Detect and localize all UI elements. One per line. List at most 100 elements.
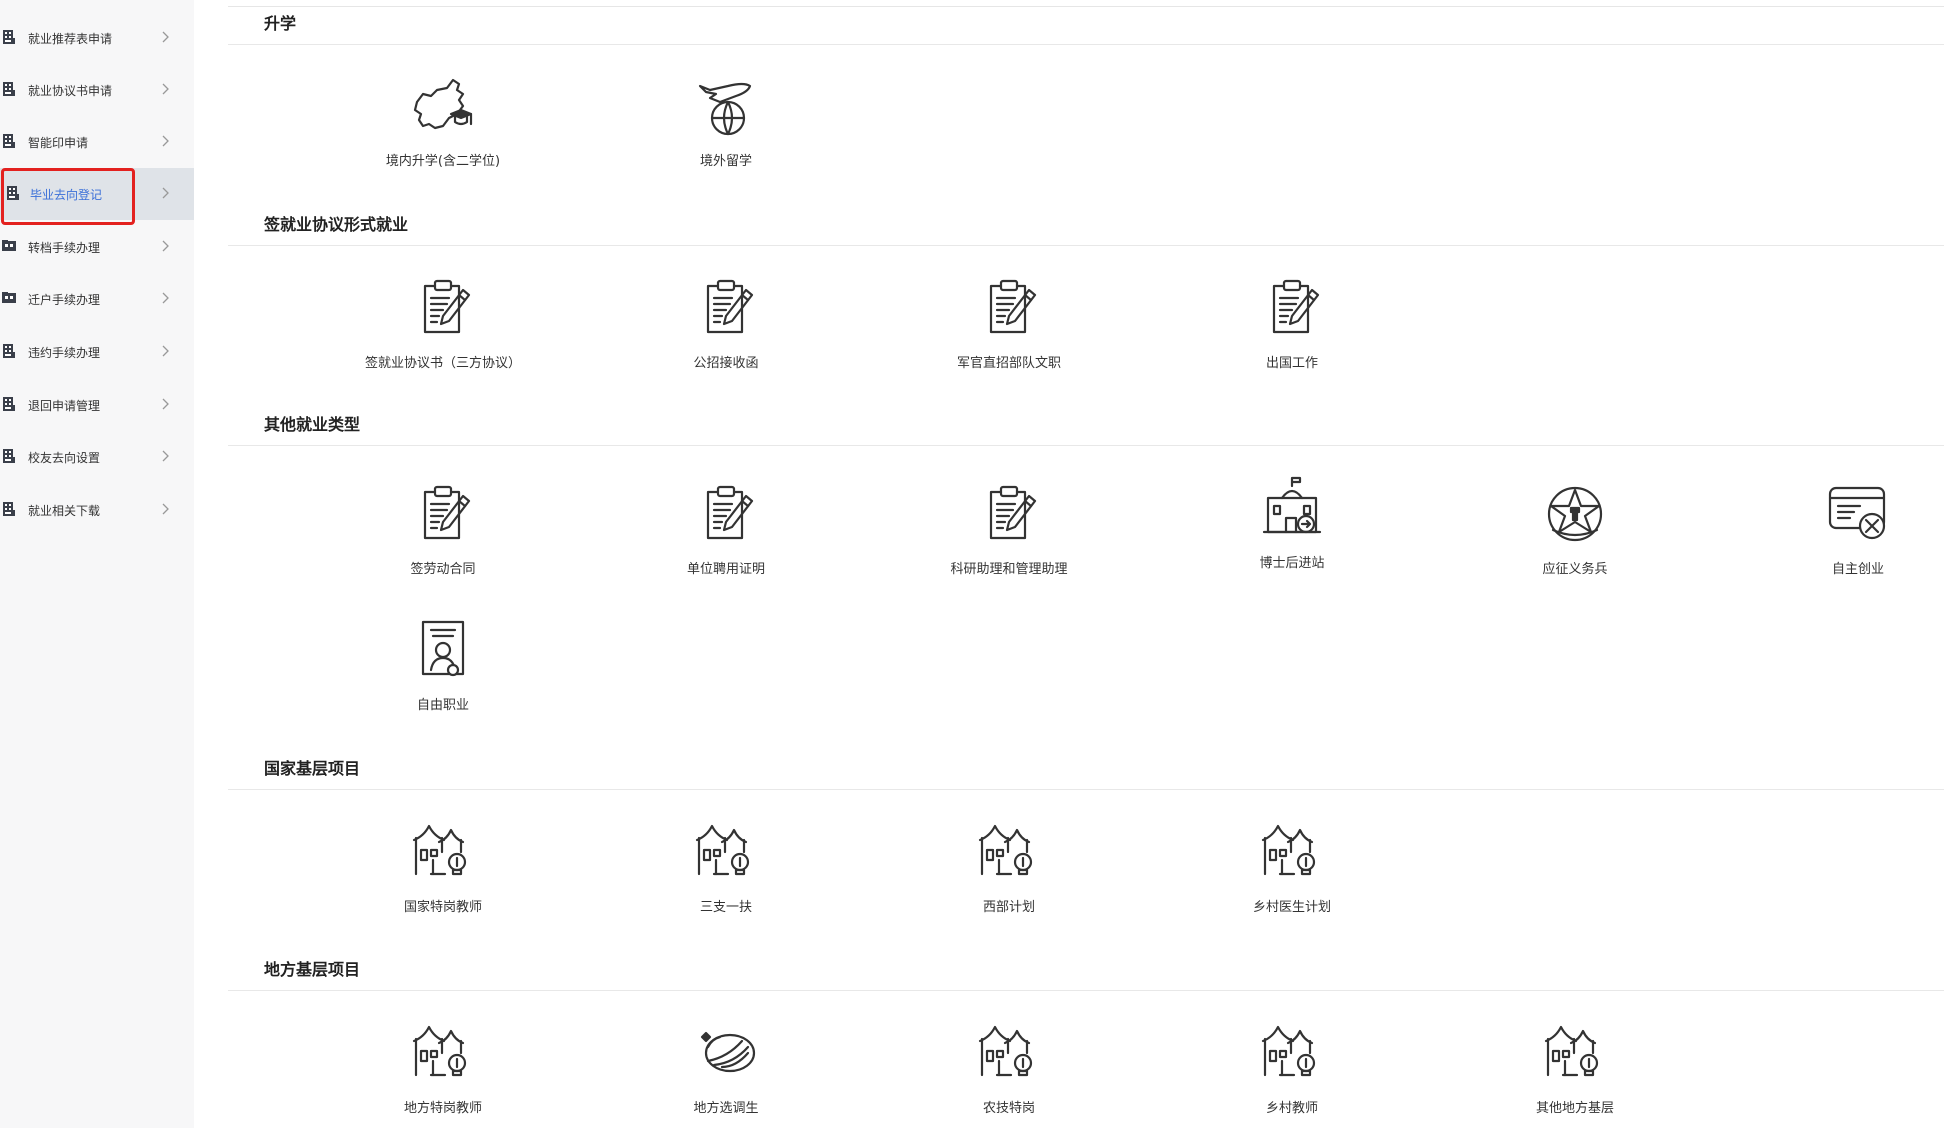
tile-agri-tech-post[interactable]: 农技特岗 (894, 1021, 1124, 1128)
sidebar-item-agreement-application[interactable]: 就业协议书申请 (0, 64, 194, 116)
village-bulb-icon (694, 820, 758, 884)
section-divider (228, 990, 1944, 991)
tile-label: 境内升学(含二学位) (385, 154, 501, 169)
tile-other-local-grassroots[interactable]: 其他地方基层 (1460, 1021, 1690, 1128)
folder-icon (2, 290, 16, 306)
sidebar-item-recommendation-form[interactable]: 就业推荐表申请 (0, 12, 194, 64)
tile-entrepreneurship[interactable]: 自主创业 (1743, 482, 1944, 592)
section-title-agreement-employment: 签就业协议形式就业 (264, 215, 409, 234)
village-bulb-icon (411, 820, 475, 884)
army-star-icon (1547, 486, 1603, 542)
chevron-right-icon (158, 30, 172, 44)
sidebar-item-label: 校友去向设置 (28, 450, 101, 465)
tile-employment-certificate[interactable]: 单位聘用证明 (611, 482, 841, 592)
top-divider (228, 6, 1944, 7)
chevron-right-icon (158, 186, 172, 200)
tile-label: 自主创业 (1831, 562, 1884, 577)
chevron-right-icon (158, 291, 172, 305)
tile-domestic-study[interactable]: 境内升学(含二学位) (328, 74, 558, 184)
village-bulb-icon (1543, 1021, 1607, 1085)
tile-overseas-work[interactable]: 出国工作 (1177, 276, 1407, 386)
sidebar-item-destination-registration[interactable]: 毕业去向登记 (0, 168, 194, 220)
tile-label: 乡村医生计划 (1252, 900, 1331, 915)
sidebar-item-label: 转档手续办理 (28, 240, 101, 255)
section-title-national-grassroots: 国家基层项目 (264, 759, 361, 778)
clipboard-pen-icon (694, 276, 758, 340)
sidebar-item-label: 就业推荐表申请 (28, 31, 113, 46)
tile-label: 公招接收函 (693, 356, 759, 371)
clipboard-pen-icon (411, 482, 475, 546)
tile-label: 乡村教师 (1265, 1101, 1318, 1116)
tile-tripartite-agreement[interactable]: 签就业协议书（三方协议） (328, 276, 558, 386)
clipboard-pen-icon (977, 482, 1041, 546)
section-divider (228, 789, 1944, 790)
building-icon (2, 501, 16, 517)
sidebar-item-label: 毕业去向登记 (30, 187, 103, 202)
tile-freelance[interactable]: 自由职业 (328, 618, 558, 728)
sidebar-item-household-transfer[interactable]: 迁户手续办理 (0, 273, 194, 325)
tile-label: 签劳动合同 (410, 562, 476, 577)
tile-label: 科研助理和管理助理 (950, 562, 1068, 577)
chevron-right-icon (158, 397, 172, 411)
tile-local-special-teacher[interactable]: 地方特岗教师 (328, 1021, 558, 1128)
sidebar-item-return-management[interactable]: 退回申请管理 (0, 379, 194, 431)
stamp-building-icon (2, 133, 16, 149)
chevron-right-icon (158, 82, 172, 96)
tile-rural-doctor[interactable]: 乡村医生计划 (1177, 820, 1407, 930)
tile-label: 应征义务兵 (1542, 562, 1608, 577)
chevron-right-icon (158, 449, 172, 463)
emblem-swoosh-icon (700, 1031, 756, 1073)
tile-label: 国家特岗教师 (403, 900, 482, 915)
clipboard-pen-icon (977, 276, 1041, 340)
tile-label: 地方特岗教师 (403, 1101, 482, 1116)
tile-research-assistant[interactable]: 科研助理和管理助理 (894, 482, 1124, 592)
section-title-other-employment: 其他就业类型 (264, 415, 361, 434)
tile-military-civilian[interactable]: 军官直招部队文职 (894, 276, 1124, 386)
sidebar-item-label: 就业相关下载 (28, 503, 101, 518)
sidebar-item-label: 退回申请管理 (28, 398, 101, 413)
village-bulb-icon (411, 1021, 475, 1085)
sidebar-item-downloads[interactable]: 就业相关下载 (0, 484, 194, 536)
sidebar-item-label: 就业协议书申请 (28, 83, 113, 98)
card-tools-icon (1828, 486, 1886, 540)
tile-label: 其他地方基层 (1535, 1101, 1614, 1116)
building-icon (2, 396, 16, 412)
tile-labor-contract[interactable]: 签劳动合同 (328, 482, 558, 592)
sidebar-item-smart-seal[interactable]: 智能印申请 (0, 116, 194, 168)
tile-military-service[interactable]: 应征义务兵 (1460, 482, 1690, 592)
tile-public-recruitment-letter[interactable]: 公招接收函 (611, 276, 841, 386)
tile-rural-teacher[interactable]: 乡村教师 (1177, 1021, 1407, 1128)
section-title-further-study: 升学 (264, 14, 297, 33)
folder-icon (2, 238, 16, 254)
tile-label: 签就业协议书（三方协议） (364, 356, 521, 371)
tile-postdoc[interactable]: 博士后进站 (1177, 476, 1407, 586)
tile-three-supports[interactable]: 三支一扶 (611, 820, 841, 930)
sidebar-item-archive-transfer[interactable]: 转档手续办理 (0, 221, 194, 273)
section-title-local-grassroots: 地方基层项目 (264, 960, 361, 979)
tile-local-selected-graduates[interactable]: 地方选调生 (611, 1021, 841, 1128)
china-map-graduation-icon (413, 78, 473, 130)
sidebar-item-breach-procedure[interactable]: 违约手续办理 (0, 326, 194, 378)
tile-national-special-teacher[interactable]: 国家特岗教师 (328, 820, 558, 930)
tile-label: 三支一扶 (699, 900, 752, 915)
village-bulb-icon (1260, 1021, 1324, 1085)
tile-label: 博士后进站 (1259, 556, 1325, 571)
clipboard-pen-icon (1260, 276, 1324, 340)
institute-building-icon (1262, 476, 1322, 534)
sidebar-item-alumni-settings[interactable]: 校友去向设置 (0, 431, 194, 483)
chevron-right-icon (158, 502, 172, 516)
tile-overseas-study[interactable]: 境外留学 (611, 74, 841, 184)
building-icon (2, 29, 16, 45)
tile-label: 西部计划 (982, 900, 1035, 915)
tile-western-plan[interactable]: 西部计划 (894, 820, 1124, 930)
village-bulb-icon (977, 1021, 1041, 1085)
tile-label: 军官直招部队文职 (956, 356, 1061, 371)
village-bulb-icon (977, 820, 1041, 884)
building-icon (2, 343, 16, 359)
tile-label: 出国工作 (1265, 356, 1318, 371)
chevron-right-icon (158, 239, 172, 253)
building-icon (2, 448, 16, 464)
document-person-icon (421, 620, 465, 677)
village-bulb-icon (1260, 820, 1324, 884)
airplane-globe-icon (698, 82, 752, 136)
